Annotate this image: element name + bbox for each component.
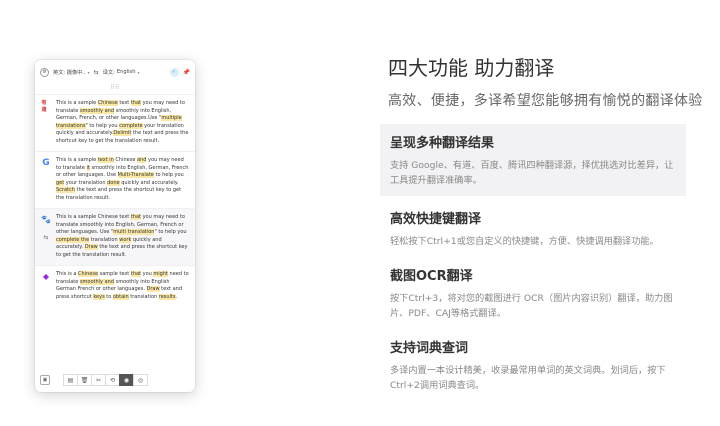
result-text: This is a sample text in Chinese and you… [52, 157, 189, 202]
history-icon[interactable]: ⟲ [105, 374, 120, 386]
highlighted-word: Chinese [97, 100, 118, 106]
text-segment: translation [128, 293, 159, 300]
text-segment: This is a sample Chinese text [56, 214, 131, 220]
page-title: 四大功能 助力翻译 [388, 56, 555, 80]
translation-result[interactable]: 有道 This is a sample Chinese text that you… [35, 94, 195, 151]
source-language-label: 英文: 摄像中.. [53, 69, 86, 76]
swap-icon[interactable]: ⇆ [43, 234, 48, 241]
text-segment: sample text [98, 271, 131, 277]
youdao-icon: 有道 [41, 99, 47, 113]
highlighted-word: Scratch [56, 187, 75, 193]
highlighted-word: done [107, 179, 120, 186]
highlighted-word: that [130, 271, 142, 277]
text-segment: the text and press the shortcut key to g… [56, 187, 182, 201]
drag-handle[interactable]: ⠿⠿ [35, 84, 195, 94]
app-toolbar: ⚙ 英文: 摄像中.. ▾ ⇆ 译文: English ▾ ✓ 📌 [35, 60, 195, 84]
text-segment: This is a sample [56, 157, 98, 163]
highlighted-word: might [153, 271, 168, 277]
highlighted-word: complete [119, 122, 143, 129]
highlighted-word: smoothly and [79, 278, 115, 285]
feature-title: 高效快捷键翻译 [390, 212, 482, 227]
text-segment: " to help you [154, 229, 187, 235]
eye-icon[interactable]: ◎ [133, 374, 148, 386]
highlighted-word: work [119, 236, 132, 243]
swap-icon[interactable]: ⇆ [94, 69, 99, 76]
highlighted-word: Multi-Translate [117, 172, 154, 178]
feature-desc: 轻松按下Ctrl+1或您自定义的快捷键，方便、快捷调用翻译功能。 [390, 236, 659, 247]
highlighted-word: Delimit [113, 130, 132, 136]
list-icon[interactable]: ▤ [63, 374, 78, 386]
feature-title: 截图OCR翻译 [390, 269, 473, 284]
tencent-icon: ◆ [42, 272, 50, 281]
feature-desc: 按下Ctrl+3，将对您的截图进行 OCR（图片内容识别）翻译，助力图片、PDF… [390, 293, 673, 319]
text-segment: This is a [56, 271, 79, 277]
feature-title: 支持词典查词 [390, 341, 469, 356]
scissors-icon[interactable]: ✂ [91, 374, 106, 386]
highlighted-word: text in [97, 157, 114, 163]
results-list: 有道 This is a sample Chinese text that you… [35, 94, 195, 307]
camera-icon[interactable]: ◉ [119, 374, 134, 386]
feature-desc: 多译内置一本设计精美，收录最常用单词的英文词典。划词后，按下Ctrl+2调用词典… [390, 365, 666, 391]
target-language-label: English [116, 69, 136, 75]
result-text: This is a sample Chinese text that you m… [52, 214, 189, 259]
highlighted-word: that [130, 100, 141, 106]
feature-dictionary[interactable]: 支持词典查词 多译内置一本设计精美，收录最常用单词的英文词典。划词后，按下Ctr… [380, 329, 686, 401]
google-icon: G [42, 157, 50, 168]
chevron-down-icon: ▾ [87, 69, 90, 75]
text-segment: " to help you [85, 122, 120, 129]
engine-icon-column: 🐾 ⇆ [40, 214, 52, 259]
image-icon[interactable]: ▣ [40, 375, 50, 385]
highlighted-word: complete the [56, 236, 90, 243]
feature-multi-results[interactable]: 呈现多种翻译结果 支持 Google、有道、百度、腾讯四种翻译源，择优挑选对比差… [380, 124, 686, 196]
engine-icon-column: ◆ [40, 271, 52, 301]
engine-icon-column: 有道 [40, 100, 52, 145]
highlighted-word: keys [93, 293, 105, 300]
highlighted-word: Draw [84, 244, 98, 250]
shield-icon[interactable]: ✓ [169, 67, 179, 77]
highlighted-word: smoothly and [79, 107, 115, 114]
trash-icon[interactable]: 🗑 [77, 374, 92, 386]
engine-icon-column: G [40, 157, 52, 202]
result-text: This is a sample Chinese text that you m… [52, 100, 189, 145]
highlighted-word: results [158, 293, 176, 300]
translation-result[interactable]: G This is a sample text in Chinese and yo… [35, 151, 195, 208]
pin-icon[interactable]: 📌 [183, 69, 190, 76]
text-segment: quickly and accurately. [119, 179, 179, 186]
translation-result[interactable]: ◆ This is a Chinese sample text that you … [35, 265, 195, 307]
app-window-preview: ⚙ 英文: 摄像中.. ▾ ⇆ 译文: English ▾ ✓ 📌 ⠿⠿ 有道 T… [35, 60, 195, 392]
highlighted-word: Chinese [78, 271, 99, 277]
feature-shortcut-translate[interactable]: 高效快捷键翻译 轻松按下Ctrl+1或您自定义的快捷键，方便、快捷调用翻译功能。 [380, 200, 686, 257]
footer-tool-group: ▤ 🗑 ✂ ⟲ ◉ ◎ [63, 374, 148, 386]
text-segment: text [117, 100, 131, 106]
result-text: This is a Chinese sample text that you m… [52, 271, 189, 301]
highlighted-word: and [136, 157, 147, 163]
feature-desc: 支持 Google、有道、百度、腾讯四种翻译源，择优挑选对比差异，让工具提升翻译… [390, 160, 674, 186]
feature-ocr-translate[interactable]: 截图OCR翻译 按下Ctrl+3，将对您的截图进行 OCR（图片内容识别）翻译，… [380, 257, 686, 329]
text-segment: . [175, 293, 178, 300]
page-subtitle: 高效、便捷，多译希望您能够拥有愉悦的翻译体验 [388, 93, 703, 109]
text-segment: to [104, 293, 113, 300]
target-language-select[interactable]: 译文: English ▾ [103, 69, 140, 76]
highlighted-word: that [130, 214, 141, 220]
text-segment: you [141, 271, 154, 277]
text-segment: translation [89, 236, 120, 243]
text-segment: Chinese [113, 157, 137, 163]
text-segment: This is a sample [56, 100, 98, 106]
feature-title: 呈现多种翻译结果 [390, 136, 495, 151]
baidu-icon: 🐾 [41, 215, 51, 224]
translation-result[interactable]: 🐾 ⇆ This is a sample Chinese text that you… [35, 208, 195, 265]
highlighted-word: get [56, 179, 65, 186]
highlighted-word: obtain [112, 293, 129, 300]
settings-icon[interactable]: ⚙ [40, 67, 49, 77]
source-language-select[interactable]: 英文: 摄像中.. ▾ [53, 69, 90, 76]
highlighted-word: multi translation [113, 229, 155, 235]
app-footer-toolbar: ▣ ▤ 🗑 ✂ ⟲ ◉ ◎ [35, 368, 195, 392]
target-language-prefix: 译文: [102, 69, 115, 76]
highlighted-word: Draw [146, 286, 160, 292]
text-segment: your translation [64, 179, 108, 186]
chevron-down-icon: ▾ [137, 69, 140, 75]
text-segment: to help you [153, 172, 184, 178]
